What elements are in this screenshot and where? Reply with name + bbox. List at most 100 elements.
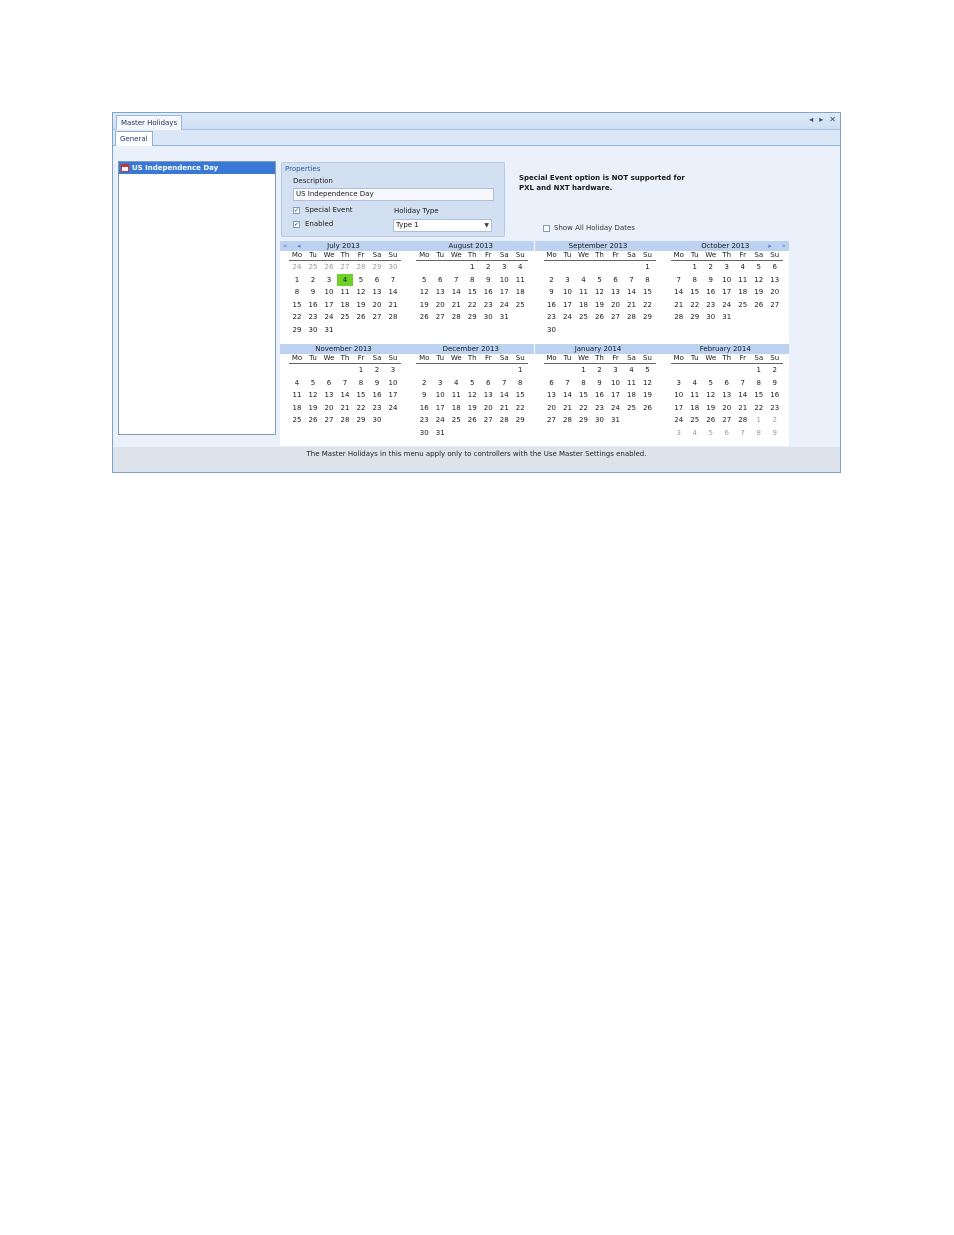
calendar-day[interactable]: 8 <box>640 274 656 287</box>
calendar-day[interactable]: 22 <box>751 402 767 415</box>
adjacent-month-day[interactable]: 7 <box>735 427 751 440</box>
calendar-day[interactable]: 23 <box>369 402 385 415</box>
calendar-day[interactable]: 4 <box>576 274 592 287</box>
calendar-day[interactable]: 23 <box>416 414 432 427</box>
calendar-day[interactable]: 15 <box>512 389 528 402</box>
calendar-day[interactable]: 30 <box>703 311 719 324</box>
calendar-day[interactable]: 10 <box>560 286 576 299</box>
calendar-day[interactable]: 2 <box>369 364 385 377</box>
calendar-day[interactable]: 14 <box>735 389 751 402</box>
calendar-day[interactable]: 4 <box>448 377 464 390</box>
calendar-day[interactable]: 25 <box>289 414 305 427</box>
calendar-day[interactable]: 20 <box>767 286 783 299</box>
calendar-day[interactable]: 21 <box>560 402 576 415</box>
calendar-day[interactable]: 18 <box>512 286 528 299</box>
calendar-day[interactable]: 8 <box>353 377 369 390</box>
calendar-day[interactable]: 7 <box>624 274 640 287</box>
calendar-day[interactable]: 23 <box>767 402 783 415</box>
calendar-day[interactable]: 20 <box>432 299 448 312</box>
calendar-day[interactable]: 24 <box>496 299 512 312</box>
calendar-day[interactable]: 1 <box>687 261 703 274</box>
calendar-day[interactable]: 12 <box>592 286 608 299</box>
calendar-day[interactable]: 8 <box>687 274 703 287</box>
calendar-day[interactable]: 28 <box>385 311 401 324</box>
calendar-day[interactable]: 17 <box>560 299 576 312</box>
calendar-day[interactable]: 17 <box>608 389 624 402</box>
calendar-day[interactable]: 6 <box>432 274 448 287</box>
calendar-day[interactable]: 28 <box>560 414 576 427</box>
selected-day[interactable]: 4 <box>337 273 353 286</box>
calendar-day[interactable]: 9 <box>767 377 783 390</box>
calendar-day[interactable]: 11 <box>687 389 703 402</box>
calendar-day[interactable]: 2 <box>703 261 719 274</box>
calendar-day[interactable]: 30 <box>544 324 560 337</box>
calendar-day[interactable]: 25 <box>337 311 353 324</box>
calendar-day[interactable]: 18 <box>289 402 305 415</box>
calendar-day[interactable]: 19 <box>751 286 767 299</box>
calendar-day[interactable]: 20 <box>608 299 624 312</box>
calendar-day[interactable]: 10 <box>496 274 512 287</box>
calendar-day[interactable]: 29 <box>687 311 703 324</box>
calendar-day[interactable]: 27 <box>321 414 337 427</box>
calendar-day[interactable]: 17 <box>385 389 401 402</box>
calendar-day[interactable]: 6 <box>480 377 496 390</box>
calendar-day[interactable]: 31 <box>496 311 512 324</box>
calendar-day[interactable]: 12 <box>751 274 767 287</box>
tab-master-holidays[interactable]: Master Holidays <box>116 115 183 130</box>
calendar-day[interactable]: 5 <box>751 261 767 274</box>
calendar-day[interactable]: 10 <box>608 377 624 390</box>
calendar-day[interactable]: 16 <box>544 299 560 312</box>
calendar-day[interactable]: 16 <box>592 389 608 402</box>
calendar-day[interactable]: 1 <box>576 364 592 377</box>
adjacent-month-day[interactable]: 29 <box>369 261 385 274</box>
calendar-day[interactable]: 30 <box>416 427 432 440</box>
list-item[interactable]: US Independence Day <box>119 162 275 174</box>
calendar-day[interactable]: 22 <box>687 299 703 312</box>
calendar-day[interactable]: 4 <box>512 261 528 274</box>
calendar-day[interactable]: 16 <box>416 402 432 415</box>
calendar-day[interactable]: 12 <box>640 377 656 390</box>
calendar-day[interactable]: 4 <box>289 377 305 390</box>
calendar-day[interactable]: 2 <box>767 364 783 377</box>
calendar-day[interactable]: 9 <box>305 286 321 299</box>
calendar-day[interactable]: 19 <box>353 299 369 312</box>
calendar-day[interactable]: 18 <box>576 299 592 312</box>
calendar-day[interactable]: 21 <box>496 402 512 415</box>
calendar-day[interactable]: 1 <box>464 261 480 274</box>
calendar-day[interactable]: 13 <box>608 286 624 299</box>
calendar-day[interactable]: 3 <box>671 377 687 390</box>
calendar-day[interactable]: 3 <box>321 274 337 287</box>
calendar-day[interactable]: 20 <box>719 402 735 415</box>
calendar-day[interactable]: 26 <box>640 402 656 415</box>
calendar-day[interactable]: 31 <box>432 427 448 440</box>
calendar-day[interactable]: 13 <box>544 389 560 402</box>
calendar-day[interactable]: 16 <box>767 389 783 402</box>
calendar-day[interactable]: 17 <box>496 286 512 299</box>
calendar-day[interactable]: 29 <box>640 311 656 324</box>
calendar-day[interactable]: 11 <box>735 274 751 287</box>
calendar-day[interactable]: 21 <box>735 402 751 415</box>
calendar-day[interactable]: 24 <box>321 311 337 324</box>
calendar-day[interactable]: 20 <box>544 402 560 415</box>
calendar-day[interactable]: 1 <box>751 364 767 377</box>
calendar-day[interactable]: 12 <box>703 389 719 402</box>
calendar-day[interactable]: 11 <box>337 286 353 299</box>
calendar-day[interactable]: 13 <box>432 286 448 299</box>
calendar-day[interactable]: 23 <box>305 311 321 324</box>
calendar-day[interactable]: 6 <box>544 377 560 390</box>
calendar-day[interactable]: 21 <box>671 299 687 312</box>
calendar-day[interactable]: 25 <box>624 402 640 415</box>
calendar-day[interactable]: 10 <box>671 389 687 402</box>
adjacent-month-day[interactable]: 30 <box>385 261 401 274</box>
calendar-day[interactable]: 27 <box>719 414 735 427</box>
calendar-day[interactable]: 21 <box>448 299 464 312</box>
adjacent-month-day[interactable]: 25 <box>305 261 321 274</box>
calendar-day[interactable]: 4 <box>624 364 640 377</box>
calendar-day[interactable]: 14 <box>496 389 512 402</box>
scroll-right-icon[interactable]: ▸ <box>819 115 823 124</box>
calendar-day[interactable]: 11 <box>448 389 464 402</box>
calendar-day[interactable]: 5 <box>353 274 369 287</box>
calendar-day[interactable]: 11 <box>512 274 528 287</box>
calendar-day[interactable]: 8 <box>464 274 480 287</box>
holiday-list[interactable]: US Independence Day <box>118 161 276 435</box>
